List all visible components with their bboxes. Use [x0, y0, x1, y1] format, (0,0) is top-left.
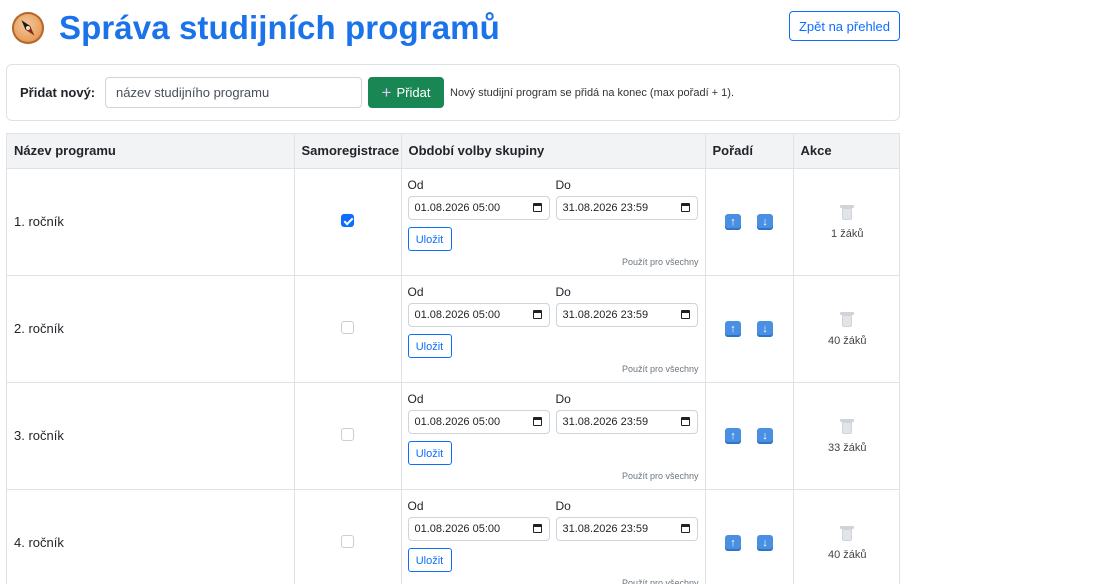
actions-cell: 1 žáků [792, 167, 899, 276]
trash-icon[interactable] [840, 418, 855, 434]
self-registration-cell [293, 167, 402, 276]
add-hint: Nový studijní program se přidá na konec … [450, 87, 734, 99]
from-date-input[interactable]: 01.08.2026 05:00 [407, 302, 550, 327]
order-cell: ↑ ↓ [704, 488, 794, 584]
page: Správa studijních programů Zpět na přehl… [0, 0, 1116, 584]
student-count: 40 žáků [827, 334, 867, 347]
arrow-up-icon[interactable]: ↑ [725, 214, 741, 230]
self-registration-checkbox[interactable] [341, 427, 354, 441]
arrow-up-icon[interactable]: ↑ [725, 321, 741, 337]
add-new-label: Přidat nový: [20, 85, 96, 100]
apply-to-all-link[interactable]: Použít pro všechny [622, 471, 699, 481]
calendar-icon[interactable] [680, 202, 690, 212]
self-registration-checkbox[interactable] [341, 534, 354, 548]
apply-to-all-link[interactable]: Použít pro všechny [622, 578, 699, 584]
table-row: 2. ročník Od Do 01.08.2026 05:00 31.08.2… [7, 274, 899, 383]
program-name: 2. ročník [7, 274, 295, 383]
arrow-down-icon[interactable]: ↓ [757, 321, 773, 337]
to-date-input[interactable]: 31.08.2026 23:59 [555, 409, 698, 434]
back-to-overview-button[interactable]: Zpět na přehled [789, 11, 900, 41]
save-period-button[interactable]: Uložit [407, 226, 452, 251]
period-cell: Od Do 01.08.2026 05:00 31.08.2026 23:59 … [400, 381, 706, 490]
arrow-down-icon[interactable]: ↓ [757, 214, 773, 230]
student-count: 40 žáků [827, 548, 867, 561]
actions-cell: 40 žáků [792, 274, 899, 383]
add-program-panel: Přidat nový: + Přidat Nový studijní prog… [6, 64, 900, 121]
from-label: Od [407, 391, 424, 406]
program-name-input[interactable] [105, 77, 362, 108]
header-group-period: Období volby skupiny [400, 134, 706, 169]
apply-to-all-link[interactable]: Použít pro všechny [622, 364, 699, 374]
table-header-row: Název programu Samoregistrace Období vol… [7, 134, 899, 169]
arrow-down-icon[interactable]: ↓ [757, 535, 773, 551]
to-label: Do [555, 284, 571, 299]
table-row: 3. ročník Od Do 01.08.2026 05:00 31.08.2… [7, 381, 899, 490]
program-name: 1. ročník [7, 167, 295, 276]
self-registration-cell [293, 488, 402, 584]
calendar-icon[interactable] [532, 202, 542, 212]
compass-icon [12, 12, 44, 44]
header-self-registration: Samoregistrace [293, 134, 402, 169]
to-date-input[interactable]: 31.08.2026 23:59 [555, 302, 698, 327]
page-title: Správa studijních programů [59, 9, 500, 46]
student-count: 33 žáků [827, 441, 867, 454]
program-name: 3. ročník [7, 381, 295, 490]
order-cell: ↑ ↓ [704, 274, 794, 383]
table-row: 1. ročník Od Do 01.08.2026 05:00 31.08.2… [7, 167, 899, 276]
actions-cell: 33 žáků [792, 381, 899, 490]
from-date-input[interactable]: 01.08.2026 05:00 [407, 409, 550, 434]
table-row: 4. ročník Od Do 01.08.2026 05:00 31.08.2… [7, 488, 899, 584]
student-count: 1 žáků [831, 227, 864, 240]
calendar-icon[interactable] [680, 416, 690, 426]
order-cell: ↑ ↓ [704, 381, 794, 490]
self-registration-cell [293, 381, 402, 490]
save-period-button[interactable]: Uložit [407, 440, 452, 465]
calendar-icon[interactable] [532, 416, 542, 426]
add-program-button[interactable]: + Přidat [368, 77, 444, 108]
calendar-icon[interactable] [532, 309, 542, 319]
apply-to-all-link[interactable]: Použít pro všechny [622, 257, 699, 267]
trash-icon[interactable] [840, 525, 855, 541]
from-date-input[interactable]: 01.08.2026 05:00 [407, 516, 550, 541]
arrow-up-icon[interactable]: ↑ [725, 535, 741, 551]
to-date-input[interactable]: 31.08.2026 23:59 [555, 195, 698, 220]
plus-icon: + [381, 83, 392, 102]
save-period-button[interactable]: Uložit [407, 547, 452, 572]
from-label: Od [407, 498, 424, 513]
from-label: Od [407, 177, 424, 192]
self-registration-checkbox[interactable] [341, 320, 354, 334]
calendar-icon[interactable] [532, 523, 542, 533]
to-label: Do [555, 498, 571, 513]
add-button-label: Přidat [396, 85, 431, 100]
actions-cell: 40 žáků [792, 488, 899, 584]
to-label: Do [555, 391, 571, 406]
period-cell: Od Do 01.08.2026 05:00 31.08.2026 23:59 … [400, 274, 706, 383]
header-actions: Akce [792, 134, 899, 169]
self-registration-cell [293, 274, 402, 383]
header: Správa studijních programů Zpět na přehl… [8, 6, 900, 50]
trash-icon[interactable] [840, 311, 855, 327]
period-cell: Od Do 01.08.2026 05:00 31.08.2026 23:59 … [400, 488, 706, 584]
from-label: Od [407, 284, 424, 299]
program-name: 4. ročník [7, 488, 295, 584]
trash-icon[interactable] [840, 204, 855, 220]
arrow-up-icon[interactable]: ↑ [725, 428, 741, 444]
calendar-icon[interactable] [680, 523, 690, 533]
arrow-down-icon[interactable]: ↓ [757, 428, 773, 444]
self-registration-checkbox[interactable] [341, 213, 354, 227]
to-date-input[interactable]: 31.08.2026 23:59 [555, 516, 698, 541]
period-cell: Od Do 01.08.2026 05:00 31.08.2026 23:59 … [400, 167, 706, 276]
to-label: Do [555, 177, 571, 192]
calendar-icon[interactable] [680, 309, 690, 319]
programs-table: Název programu Samoregistrace Období vol… [6, 133, 900, 584]
order-cell: ↑ ↓ [704, 167, 794, 276]
header-order: Pořadí [704, 134, 794, 169]
from-date-input[interactable]: 01.08.2026 05:00 [407, 195, 550, 220]
header-program-name: Název programu [7, 134, 295, 169]
save-period-button[interactable]: Uložit [407, 333, 452, 358]
